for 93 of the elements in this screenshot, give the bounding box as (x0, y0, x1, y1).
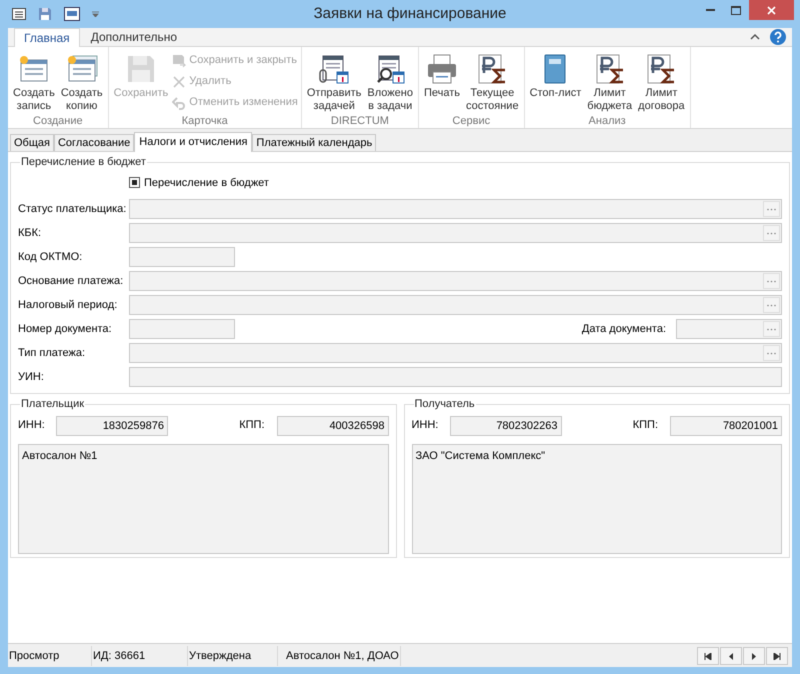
field-label: УИН: (18, 370, 45, 385)
next-record-button[interactable] (743, 647, 765, 665)
group-title: Перечисление в бюджет (20, 155, 147, 170)
skip-back-icon (704, 652, 712, 660)
field-label: ИНН: (18, 418, 46, 434)
field-label: ИНН: (412, 418, 440, 434)
status-text: Просмотр (8, 646, 92, 666)
field-label: Основание платежа: (18, 274, 124, 289)
text-area[interactable]: ЗАО "Система Комплекс" (412, 444, 782, 554)
field-label: Дата документа: (582, 322, 666, 337)
ribbon-button[interactable]: Лимит бюджета (585, 51, 634, 113)
save-close-icon (172, 54, 186, 68)
ribbon-button[interactable]: Создать копию (58, 51, 105, 113)
input-field[interactable] (129, 247, 235, 267)
forward-icon (750, 652, 758, 660)
ribbon-button[interactable]: Текущее состояние (464, 51, 521, 113)
browse-button[interactable] (763, 273, 780, 289)
ribbon-button[interactable]: Вложено в задачи (365, 51, 415, 113)
ellipsis-icon (767, 352, 776, 354)
calendar-clip-icon (318, 53, 350, 85)
ruble-sum-icon (594, 53, 626, 85)
menu-icon[interactable] (12, 8, 26, 20)
lookup-field[interactable] (129, 271, 782, 291)
ribbon-button[interactable]: Лимит договора (636, 51, 687, 113)
group-title: Получатель (414, 397, 476, 412)
last-record-button[interactable] (766, 647, 788, 665)
ribbon-group-label: Карточка (180, 114, 229, 128)
input-field[interactable] (129, 367, 782, 387)
ribbon-group-label: Анализ (588, 114, 627, 128)
form-tab[interactable]: Общая (10, 134, 54, 151)
lookup-field[interactable] (129, 295, 782, 315)
help-icon[interactable] (770, 29, 786, 45)
skip-forward-icon (773, 652, 781, 660)
field-label: КПП: (632, 418, 658, 434)
status-text: Автосалон №1, ДОАО (278, 646, 401, 666)
checkbox[interactable] (129, 177, 140, 188)
ribbon-group-label: Создание (32, 114, 84, 128)
dropdown-icon[interactable] (92, 11, 99, 17)
browse-button[interactable] (763, 297, 780, 313)
input-field[interactable]: 1830259876 (56, 416, 168, 436)
ribbon-group-label: DIRECTUM (330, 114, 390, 128)
maximize-icon (731, 6, 741, 14)
ribbon-button[interactable]: Печать (422, 51, 462, 113)
field-label: Тип платежа: (18, 346, 86, 361)
browse-button[interactable] (763, 345, 780, 361)
printer-icon (426, 53, 458, 85)
close-icon (767, 6, 776, 14)
field-label: Статус плательщика: (18, 202, 128, 217)
lookup-field[interactable] (129, 223, 782, 243)
input-field[interactable] (129, 319, 235, 339)
status-text: ИД: 36661 (92, 646, 188, 666)
browse-button[interactable] (763, 201, 780, 217)
back-icon (727, 652, 735, 660)
first-record-button[interactable] (697, 647, 719, 665)
previous-record-button[interactable] (720, 647, 742, 665)
ribbon-tab[interactable]: Дополнительно (80, 28, 188, 46)
minimize-icon (706, 9, 714, 11)
field-label: КПП: (239, 418, 264, 434)
lookup-field[interactable] (129, 343, 782, 363)
checkbox-label: Перечисление в бюджет (144, 176, 269, 190)
text-area[interactable]: Автосалон №1 (18, 444, 388, 554)
collapse-icon[interactable] (750, 33, 760, 41)
window-title: Заявки на финансирование (312, 4, 508, 24)
ribbon-button[interactable]: Отправить задачей (304, 51, 364, 113)
ellipsis-icon (767, 328, 776, 330)
ellipsis-icon (767, 232, 776, 234)
ribbon-button[interactable]: Создать запись (11, 51, 57, 113)
close-icon (172, 74, 186, 88)
input-field[interactable]: 7802302263 (450, 416, 562, 436)
undo-icon (172, 96, 186, 110)
form-icon[interactable] (64, 7, 80, 21)
ribbon-group-label: Сервис (451, 114, 492, 128)
form-tab[interactable]: Налоги и отчисления (134, 132, 252, 152)
ellipsis-icon (767, 280, 776, 282)
group-title: Плательщик (20, 397, 86, 412)
ribbon-tab[interactable]: Главная (14, 28, 80, 47)
ribbon-button[interactable]: Стоп-лист (528, 51, 584, 113)
status-text: Утверждена (188, 646, 278, 666)
ellipsis-icon (767, 208, 776, 210)
field-label: Номер документа: (18, 322, 113, 337)
input-field[interactable]: 780201001 (670, 416, 782, 436)
field-label: КБК: (18, 226, 42, 241)
browse-button[interactable] (763, 225, 780, 241)
lookup-field[interactable] (676, 319, 782, 339)
form-tab[interactable]: Платежный календарь (252, 134, 376, 151)
input-field[interactable]: 400326598 (276, 416, 388, 436)
browse-button[interactable] (763, 321, 780, 337)
field-label: Код ОКТМО: (18, 250, 84, 265)
lookup-field[interactable] (129, 199, 782, 219)
close-button[interactable] (749, 0, 794, 20)
field-label: Налоговый период: (18, 298, 118, 313)
form-tab[interactable]: Согласование (54, 134, 134, 151)
ellipsis-icon (767, 304, 776, 306)
